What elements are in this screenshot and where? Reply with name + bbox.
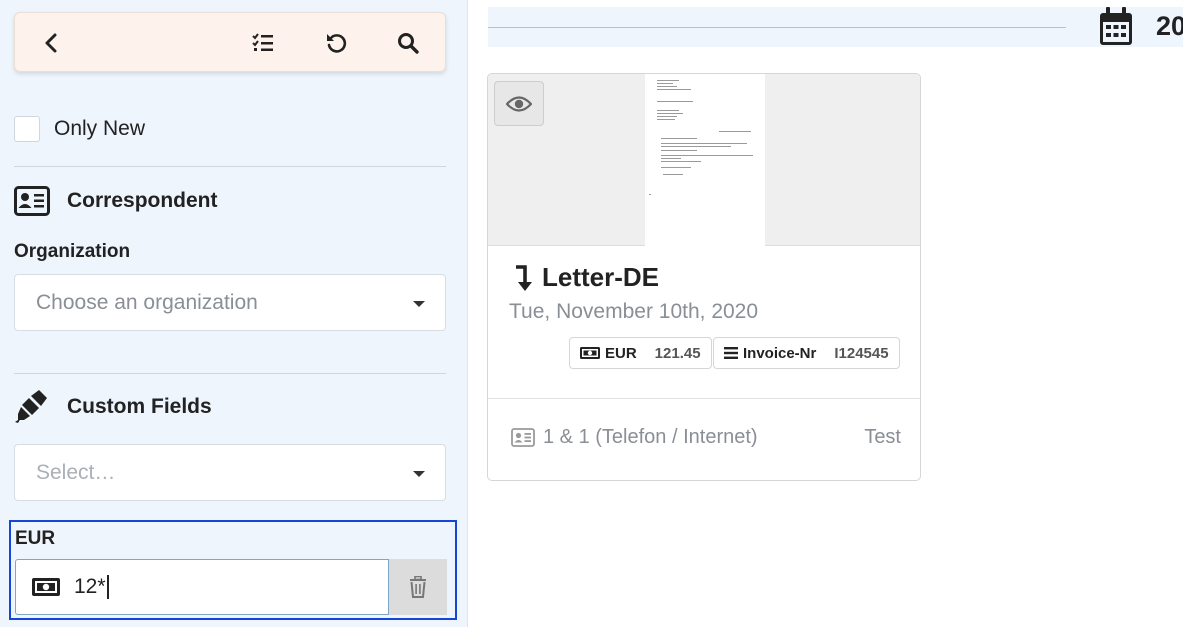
money-bill-icon [32,578,60,596]
custom-field-tag[interactable]: EUR 121.45 [569,337,712,369]
only-new-toggle[interactable]: Only New [14,116,145,142]
remove-filter-button[interactable] [389,559,447,615]
only-new-label: Only New [54,117,146,140]
custom-fields-placeholder: Select… [36,460,116,484]
money-bill-icon [580,347,600,359]
filter-sidebar: Only New Correspondent Organization Choo… [0,0,468,627]
calendar-icon[interactable] [1098,7,1134,47]
eur-filter-input[interactable]: 12* [15,559,389,615]
divider [14,166,446,167]
timeline-year: 20 [1156,11,1183,41]
text-cursor [106,575,109,599]
timeline-line [488,27,1066,28]
caret-down-icon [413,471,425,477]
eur-filter-group: EUR 12* [9,520,457,620]
id-card-icon [511,428,535,447]
correspondent-section-header: Correspondent [14,185,218,217]
arrow-turn-down-icon [516,264,532,291]
eur-filter-value: 12* [74,575,106,598]
custom-fields-section-header: Custom Fields [14,390,212,423]
trash-icon [410,576,426,598]
document-date: Tue, November 10th, 2020 [509,300,759,323]
correspondent-name: 1 & 1 (Telefon / Internet) [543,426,758,448]
back-button[interactable] [36,27,68,59]
document-correspondent[interactable]: 1 & 1 (Telefon / Internet) [511,426,758,449]
tag-name: EUR [605,344,637,362]
tag-value: 121.45 [654,344,701,362]
chevron-left-icon [45,33,57,53]
timeline-bar: 20 [488,7,1183,47]
id-card-icon [14,185,50,217]
organization-select[interactable]: Choose an organization [14,274,446,331]
organization-placeholder: Choose an organization [36,290,258,314]
only-new-checkbox[interactable] [14,116,40,142]
organization-label: Organization [14,241,131,262]
document-title[interactable]: Letter-DE [542,262,659,293]
tag-name: Invoice-Nr [743,344,817,362]
eur-filter-label: EUR [15,528,56,549]
highlighter-icon [14,390,50,423]
custom-fields-section-title: Custom Fields [67,395,212,418]
sidebar-toolbar [14,12,446,72]
checklist-icon [252,33,273,51]
select-mode-button[interactable] [247,27,279,59]
divider [14,373,446,374]
caret-down-icon [413,301,425,307]
search-button[interactable] [392,27,424,59]
search-icon [398,33,419,54]
document-thumbnail[interactable] [488,74,920,246]
document-preview-page [645,74,765,246]
document-title-row: Letter-DE [514,262,659,293]
document-card[interactable]: Letter-DE Tue, November 10th, 2020 EUR 1… [487,73,921,481]
tag-value: I124545 [834,344,889,362]
undo-icon [327,34,347,53]
custom-field-tag[interactable]: Invoice-Nr I124545 [713,337,900,369]
custom-fields-select[interactable]: Select… [14,444,446,501]
bars-icon [724,347,738,359]
preview-button[interactable] [494,81,544,126]
eye-icon [506,95,532,112]
document-type[interactable]: Test [864,426,901,449]
correspondent-section-title: Correspondent [67,189,218,212]
reset-button[interactable] [320,27,352,59]
divider [488,398,920,399]
